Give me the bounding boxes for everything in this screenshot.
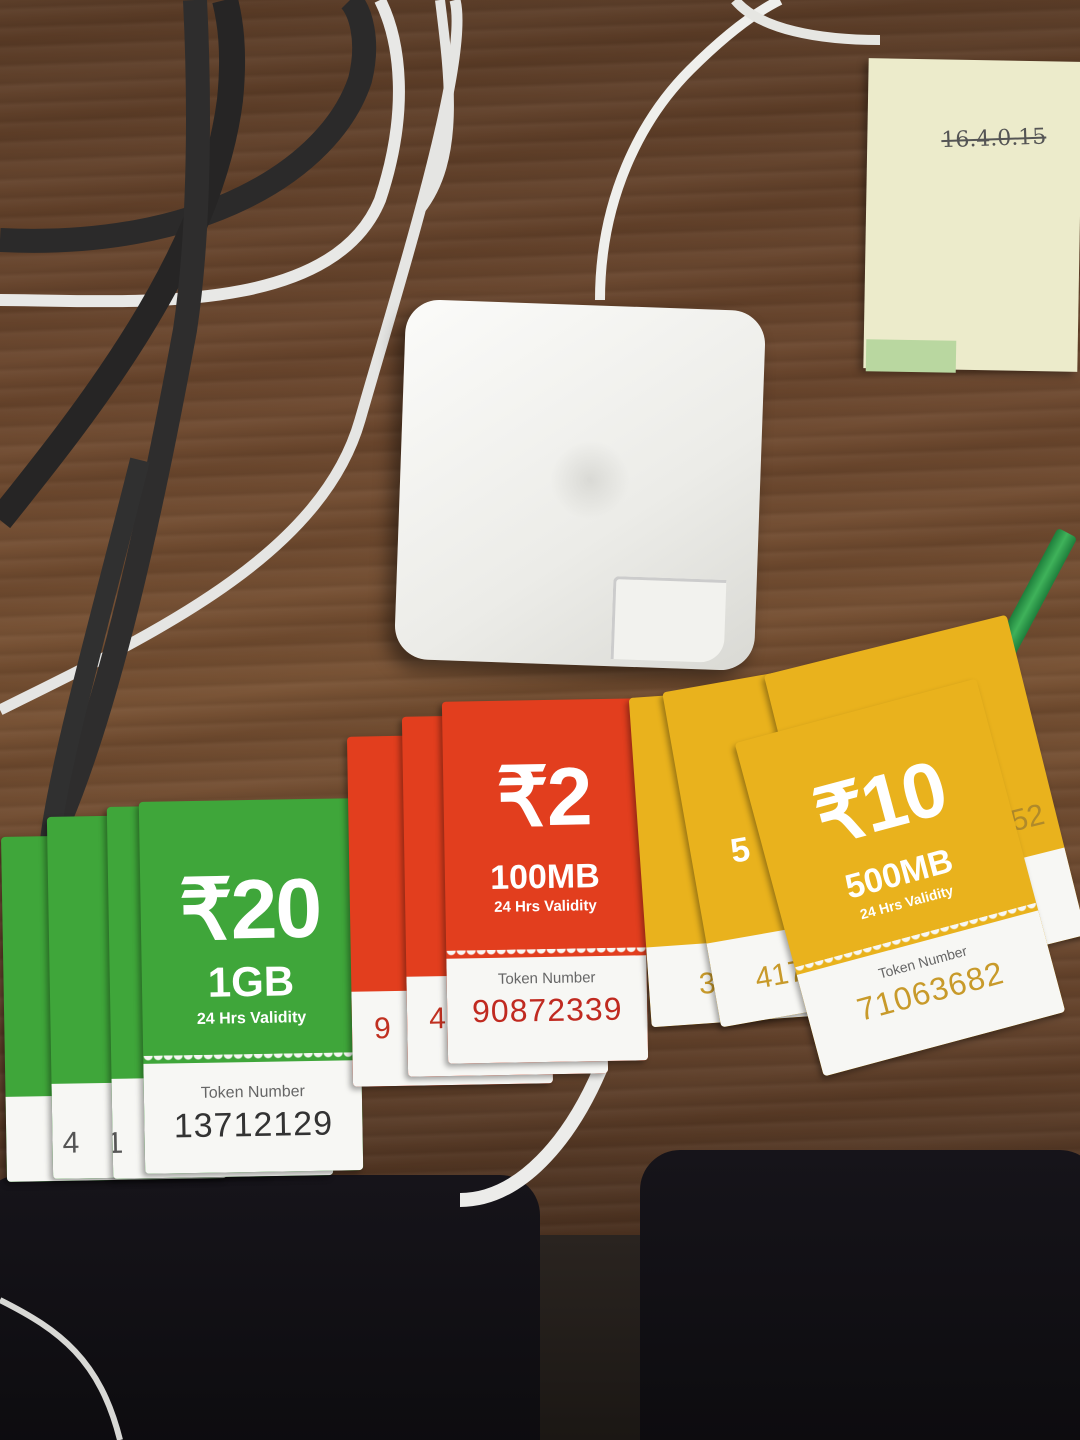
voucher-token-label: Token Number xyxy=(497,969,596,988)
voucher-validity: 24 Hrs Validity xyxy=(196,1009,307,1028)
photo-scene: 16.4.0.15 4 1 ₹20 1GB 24 Hrs Validity To… xyxy=(0,0,1080,1440)
apple-logo-icon xyxy=(550,440,630,520)
voucher-price: ₹2 xyxy=(495,751,592,844)
voucher-red-front: ₹2 100MB 24 Hrs Validity Token Number 90… xyxy=(441,698,649,1064)
notepad-scribble: 16.4.0.15 xyxy=(940,124,1047,154)
voucher-edge-digit: 4 xyxy=(62,1126,80,1160)
voucher-edge-digit: 9 xyxy=(373,1012,392,1046)
voucher-edge-digit: 4 xyxy=(428,1002,447,1036)
voucher-data-amount: 100MB xyxy=(489,857,601,897)
voucher-validity: 24 Hrs Validity xyxy=(494,897,597,916)
sticky-notepad: 16.4.0.15 xyxy=(863,58,1080,372)
voucher-green-front: ₹20 1GB 24 Hrs Validity Token Number 137… xyxy=(138,798,364,1174)
voucher-token-number: 13712129 xyxy=(173,1104,334,1146)
voucher-token-label: Token Number xyxy=(200,1083,306,1102)
voucher-token-number: 90872339 xyxy=(471,990,623,1030)
voucher-data-amount: 1GB xyxy=(207,957,295,1006)
voucher-price: ₹20 xyxy=(178,860,321,958)
notepad-edge xyxy=(865,339,957,373)
charger-cable-notch xyxy=(610,576,727,663)
voucher-edge-digit: 5 xyxy=(727,830,753,871)
